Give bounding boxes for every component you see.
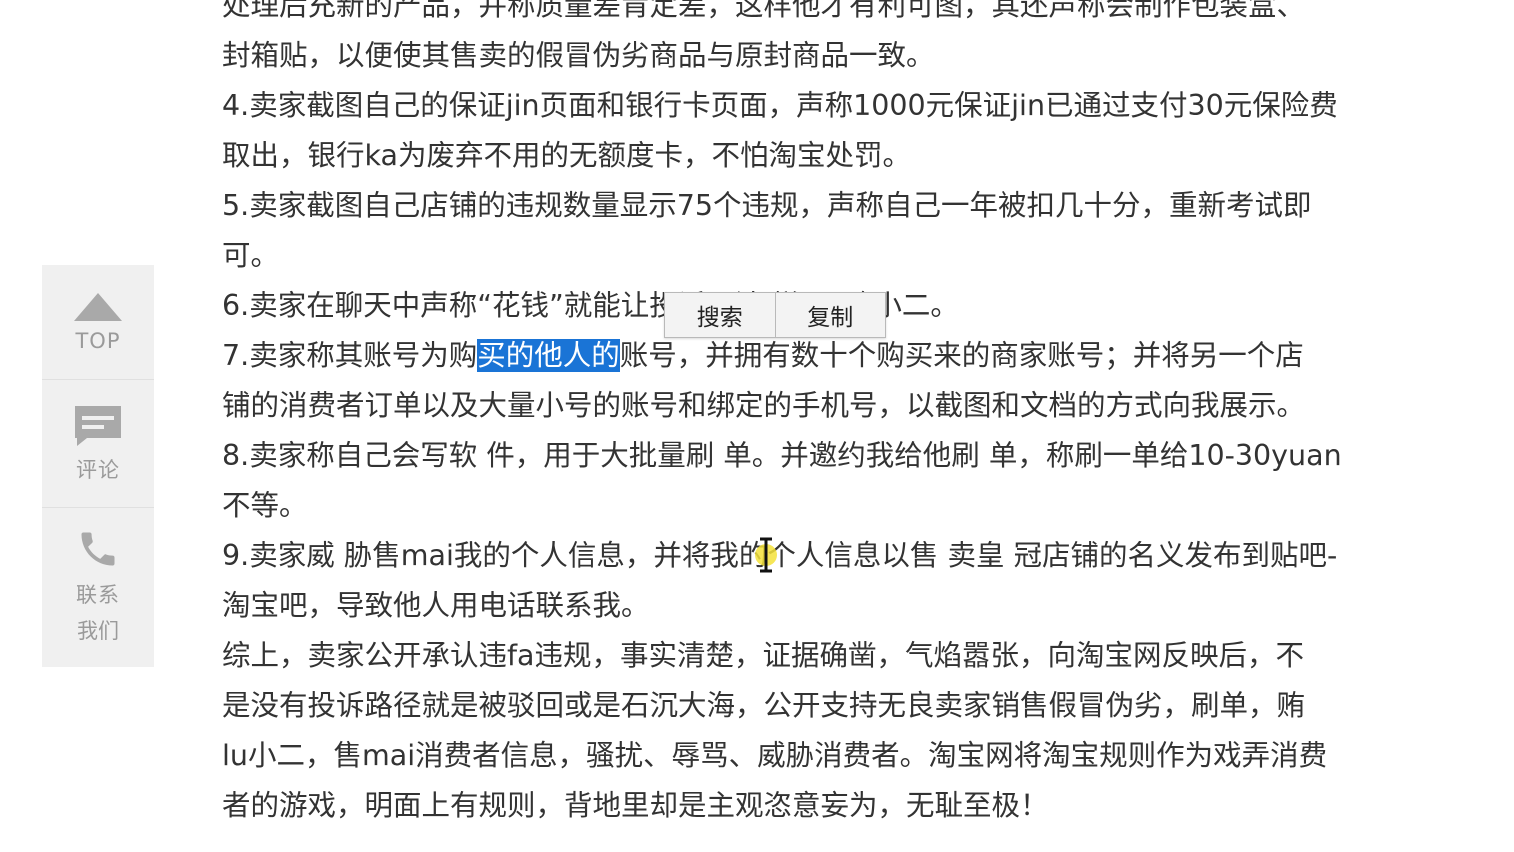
text-span: 7.卖家称其账号为购 (222, 339, 478, 372)
article-line: 可。 (222, 239, 280, 272)
article-line: 是没有投诉路径就是被驳回或是石沉大海，公开支持无良卖家销售假冒伪劣，刷单，贿 (222, 689, 1306, 722)
back-to-top-button[interactable]: TOP (42, 265, 154, 379)
phone-icon (81, 532, 115, 565)
article-line: 9.卖家威 胁售mai我的个人信息，并将我的个人信息以售 卖皇 冠店铺的名义发布… (222, 539, 1338, 572)
article-line: 8.卖家称自己会写软 件，用于大批量刷 单。并邀约我给他刷 单，称刷一单给10-… (222, 439, 1342, 472)
comment-icon (75, 405, 121, 446)
copy-menu-item[interactable]: 复制 (774, 293, 886, 337)
article-line: 淘宝吧，导致他人用电话联系我。 (222, 589, 650, 622)
article-line: 封箱贴，以便使其售卖的假冒伪劣商品与原封商品一致。 (222, 39, 935, 72)
contact-label-line1: 联系 (76, 582, 120, 607)
article-line: 铺的消费者订单以及大量小号的账号和绑定的手机号，以截图和文档的方式向我展示。 (222, 389, 1306, 422)
article-line: 不等。 (222, 489, 308, 522)
article-body: 处理后充新的产品，并称质量差肯定差，这样他才有利可图，其还声称会制作包装盒、 封… (222, 0, 1462, 831)
article-line: 综上，卖家公开承认违fa违规，事实清楚，证据确凿，气焰嚣张，向淘宝网反映后，不 (222, 639, 1305, 672)
comment-label: 评论 (76, 457, 120, 482)
comment-button[interactable]: 评论 (42, 379, 154, 507)
selection-context-menu: 搜索 复制 (664, 292, 886, 338)
search-menu-item[interactable]: 搜索 (665, 293, 775, 337)
article-line: 7.卖家称其账号为购买的他人的账号，并拥有数十个购买来的商家账号；并将另一个店 (222, 331, 1462, 381)
selected-text[interactable]: 买的他人的 (477, 339, 620, 372)
triangle-up-icon (74, 293, 122, 321)
article-line: 4.卖家截图自己的保证jin页面和银行卡页面，声称1000元保证jin已通过支付… (222, 89, 1338, 122)
article-line: 者的游戏，明面上有规则，背地里却是主观恣意妄为，无耻至极！ (222, 789, 1049, 822)
article-line: 处理后充新的产品，并称质量差肯定差，这样他才有利可图，其还声称会制作包装盒、 (222, 0, 1306, 22)
article-line: 5.卖家截图自己店铺的违规数量显示75个违规，声称自己一年被扣几十分，重新考试即 (222, 189, 1312, 222)
side-toolbar: TOP 评论 联系 我们 (42, 265, 154, 667)
contact-label-line2: 我们 (77, 618, 119, 643)
contact-us-button[interactable]: 联系 我们 (42, 507, 154, 667)
text-cursor-icon (755, 537, 777, 573)
text-span: 账号，并拥有数十个购买来的商家账号；并将另一个店 (619, 339, 1304, 372)
article-line: lu小二，售mai消费者信息，骚扰、辱骂、威胁消费者。淘宝网将淘宝规则作为戏弄消… (222, 739, 1328, 772)
article-line: 取出，银行ka为废弃不用的无额度卡，不怕淘宝处罚。 (222, 139, 911, 172)
back-to-top-label: TOP (75, 329, 121, 353)
